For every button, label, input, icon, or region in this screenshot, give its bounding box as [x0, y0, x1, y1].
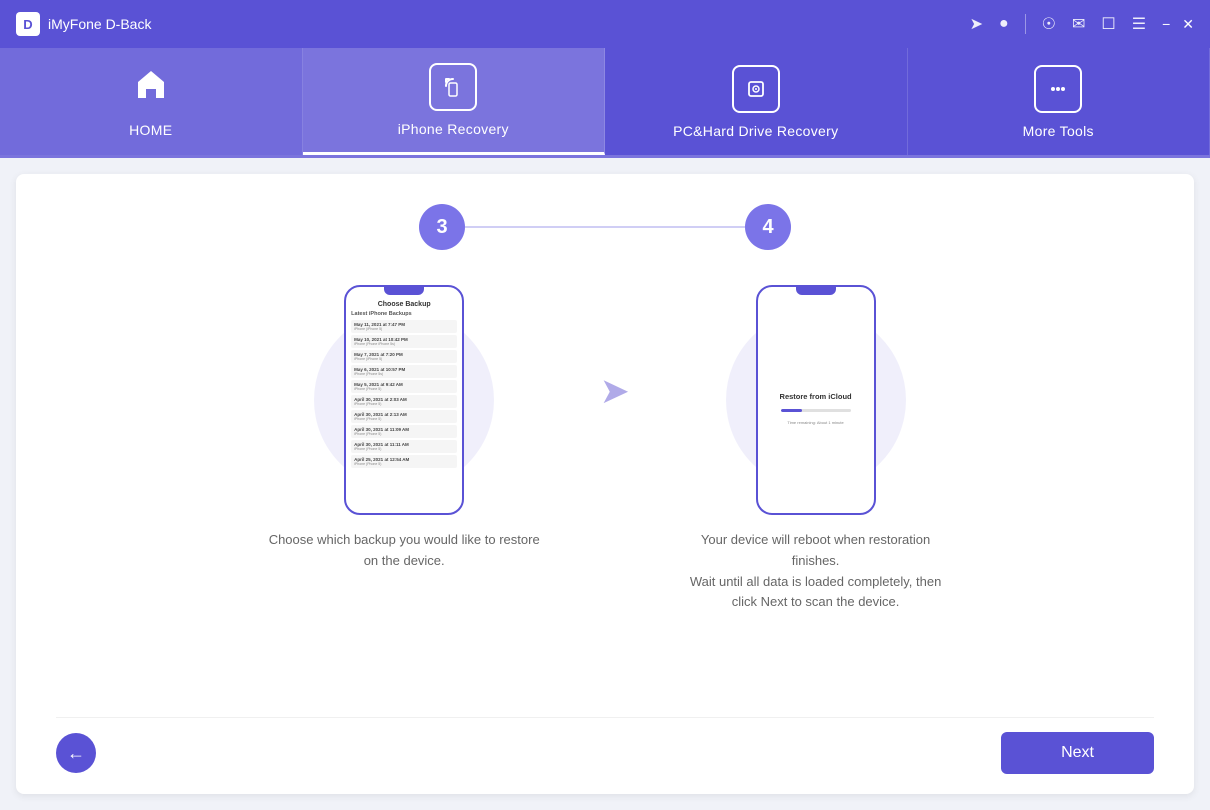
- titlebar: D iMyFone D-Back ➤ ● ☉ ✉ ☐ ☰ − ✕: [0, 0, 1210, 48]
- steps-row: 3 4: [56, 204, 1154, 250]
- navbar: HOME iPhone Recovery PC&Hard Drive Recov…: [0, 48, 1210, 158]
- nav-label-more-tools: More Tools: [1023, 123, 1094, 139]
- chat-icon[interactable]: ☐: [1101, 14, 1115, 34]
- nav-item-pc-recovery[interactable]: PC&Hard Drive Recovery: [605, 48, 908, 155]
- phone-title-1: Choose Backup: [351, 301, 457, 308]
- app-title: iMyFone D-Back: [48, 16, 151, 32]
- bottom-bar: ← Next: [56, 717, 1154, 774]
- description-step3: Choose which backup you would like to re…: [269, 530, 540, 572]
- more-tools-icon: [1034, 65, 1082, 113]
- pc-recovery-icon: [732, 65, 780, 113]
- icloud-progress-bar: [781, 409, 851, 412]
- step-4-circle: 4: [745, 204, 791, 250]
- phone-frame-1: Choose Backup Latest iPhone Backups May …: [344, 285, 464, 515]
- backup-item: May 6, 2021 at 10:57 PM iPhone (Phone 5s…: [351, 365, 457, 378]
- phone-notch-2: [796, 287, 836, 295]
- arrow-right-icon: ➤: [600, 370, 630, 412]
- nav-item-iphone-recovery[interactable]: iPhone Recovery: [303, 48, 606, 155]
- user-icon[interactable]: ●: [999, 15, 1009, 33]
- backup-item: April 30, 2021 at 11:09 AM iPhone (Phone…: [351, 425, 457, 438]
- titlebar-left: D iMyFone D-Back: [16, 12, 151, 36]
- phone-screen-1: Choose Backup Latest iPhone Backups May …: [346, 295, 462, 515]
- close-button[interactable]: ✕: [1182, 16, 1194, 33]
- phone-container-1: Choose Backup Latest iPhone Backups May …: [314, 280, 494, 520]
- window-controls: − ✕: [1162, 16, 1194, 33]
- nav-label-home: HOME: [129, 122, 172, 138]
- illustration-group-4: Restore from iCloud Time remaining: Abou…: [690, 280, 941, 613]
- next-button[interactable]: Next: [1001, 732, 1154, 774]
- backup-item: April 30, 2021 at 2:03 AM iPhone (Phone …: [351, 395, 457, 408]
- backup-item: May 7, 2021 at 7:20 PM iPhone (iPhone 5): [351, 350, 457, 363]
- separator: [1025, 14, 1026, 34]
- mail-icon[interactable]: ✉: [1072, 14, 1085, 34]
- description-step4: Your device will reboot when restoration…: [690, 530, 941, 613]
- main-content: 3 4 Choose Backup Latest iPhone Backups …: [16, 174, 1194, 794]
- arrow-connector: ➤: [600, 370, 630, 412]
- step-3-circle: 3: [419, 204, 465, 250]
- illustrations-row: Choose Backup Latest iPhone Backups May …: [56, 280, 1154, 707]
- iphone-recovery-icon: [429, 63, 477, 111]
- titlebar-right: ➤ ● ☉ ✉ ☐ ☰ − ✕: [970, 14, 1194, 34]
- nav-item-more-tools[interactable]: More Tools: [908, 48, 1210, 155]
- backup-item: April 30, 2021 at 2:13 AM iPhone (Phone …: [351, 410, 457, 423]
- app-logo: D: [16, 12, 40, 36]
- icloud-title: Restore from iCloud: [780, 392, 852, 401]
- backup-item: May 10, 2021 at 10:42 PM iPhone (Phone i…: [351, 335, 457, 348]
- backup-item: April 25, 2021 at 12:54 AM iPhone (Phone…: [351, 455, 457, 468]
- location-icon[interactable]: ☉: [1042, 14, 1056, 34]
- backup-item: May 5, 2021 at 9:42 AM iPhone (Phone 5): [351, 380, 457, 393]
- share-icon[interactable]: ➤: [970, 14, 983, 34]
- menu-icon[interactable]: ☰: [1132, 14, 1146, 34]
- icloud-screen: Restore from iCloud Time remaining: Abou…: [758, 295, 874, 515]
- step-connector-line: [465, 226, 745, 228]
- phone-container-2: Restore from iCloud Time remaining: Abou…: [726, 280, 906, 520]
- icloud-time-text: Time remaining: About 1 minute: [787, 420, 843, 425]
- nav-label-iphone-recovery: iPhone Recovery: [398, 121, 509, 137]
- nav-item-home[interactable]: HOME: [0, 48, 303, 155]
- illustration-group-3: Choose Backup Latest iPhone Backups May …: [269, 280, 540, 572]
- back-button[interactable]: ←: [56, 733, 96, 773]
- nav-label-pc-recovery: PC&Hard Drive Recovery: [673, 123, 838, 139]
- phone-frame-2: Restore from iCloud Time remaining: Abou…: [756, 285, 876, 515]
- icloud-progress-fill: [781, 409, 802, 412]
- minimize-button[interactable]: −: [1162, 16, 1170, 32]
- phone-subtitle-1: Latest iPhone Backups: [351, 311, 457, 317]
- backup-item: May 11, 2021 at 7:47 PM iPhone (iPhone 5…: [351, 320, 457, 333]
- home-icon: [132, 65, 170, 112]
- backup-item: April 30, 2021 at 11:11 AM iPhone (Phone…: [351, 440, 457, 453]
- phone-notch-1: [384, 287, 424, 295]
